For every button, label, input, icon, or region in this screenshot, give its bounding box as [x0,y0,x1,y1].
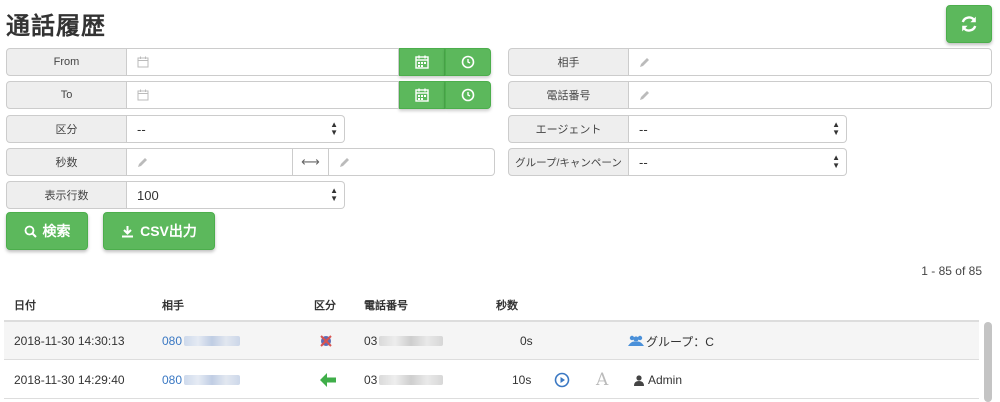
redacted-number [184,336,241,346]
row-phone: 03 [364,322,444,360]
header-category[interactable]: 区分 [314,297,336,313]
search-button[interactable]: 検索 [6,212,88,250]
rows-per-page-value: 100 [137,187,159,203]
to-field-group: To [6,81,491,109]
group-value: -- [639,154,648,170]
row-partner-number: 080 [162,373,183,387]
partner-input[interactable] [629,48,992,76]
seconds-max-input[interactable] [329,148,495,176]
header-seconds[interactable]: 秒数 [496,297,518,313]
calendar-icon [137,56,149,68]
rows-per-page-field-group: 表示行数 100 ▲ ▼ [6,181,345,209]
row-seconds: 10s [512,373,532,387]
seconds-field-group: 秒数 ⟷ [6,148,495,176]
range-separator: ⟷ [293,148,329,176]
row-agent-label: グループ：C [646,334,714,349]
from-input[interactable] [127,48,399,76]
calendar-icon [137,89,149,101]
group-icon [628,335,644,346]
pencil-icon [640,57,649,67]
search-icon [24,225,37,238]
csv-export-button[interactable]: CSV出力 [103,212,215,250]
from-label: From [6,48,127,76]
missed-call-icon [320,335,332,347]
partner-field-group: 相手 [508,48,992,76]
play-icon [554,372,570,388]
from-field-group: From [6,48,491,76]
group-field-group: グループ/キャンペーン -- ▲ ▼ [508,148,847,176]
calendar-icon [415,88,429,102]
to-label: To [6,81,127,109]
transcript-icon[interactable]: A [596,361,608,399]
select-caret-icon: ▲ ▼ [330,120,338,137]
row-phone-number: 03 [364,334,378,348]
search-button-label: 検索 [42,223,71,239]
phone-field-group: 電話番号 [508,81,992,109]
pencil-icon [340,157,349,167]
pencil-icon [138,157,147,167]
agent-field-group: エージェント -- ▲ ▼ [508,115,847,143]
clock-icon [461,55,475,69]
to-time-button[interactable] [445,81,491,109]
row-date: 2018-11-30 14:30:13 [14,334,125,348]
incoming-call-icon [320,373,336,387]
row-partner[interactable]: 080 [162,322,241,360]
agent-label: エージェント [508,115,629,143]
agent-value: -- [639,121,648,137]
group-label: グループ/キャンペーン [508,148,629,176]
clock-icon [461,88,475,102]
scrollbar[interactable] [984,322,992,402]
seconds-min-input[interactable] [127,148,293,176]
row-agent-label: Admin [648,373,683,387]
from-date-button[interactable] [399,48,445,76]
redacted-number [379,375,444,385]
redacted-number [379,336,444,346]
category-select[interactable]: -- ▲ ▼ [127,115,345,143]
redacted-number [184,375,241,385]
table-row[interactable]: 2018-11-30 14:29:40 080 03 10s A Admin [4,361,979,399]
select-caret-icon: ▲ ▼ [832,120,840,137]
phone-input[interactable] [629,81,992,109]
to-input[interactable] [127,81,399,109]
rows-per-page-select[interactable]: 100 ▲ ▼ [127,181,345,209]
row-category [320,361,336,399]
row-seconds: 0s [520,334,533,348]
results-count: 1 - 85 of 85 [921,264,982,278]
row-category [318,322,334,360]
row-agent: Admin [634,361,682,399]
refresh-icon [961,16,977,32]
seconds-label: 秒数 [6,148,127,176]
header-date[interactable]: 日付 [14,297,36,313]
pencil-icon [640,90,649,100]
header-partner[interactable]: 相手 [162,297,184,313]
play-recording-button[interactable] [554,361,570,399]
download-icon [122,225,134,237]
page-title: 通話履歴 [6,13,106,40]
to-date-button[interactable] [399,81,445,109]
category-value: -- [137,121,146,137]
group-select[interactable]: -- ▲ ▼ [629,148,847,176]
calendar-icon [415,55,429,69]
user-icon [634,374,644,386]
row-partner-number: 080 [162,334,183,348]
row-phone: 03 [364,361,444,399]
partner-label: 相手 [508,48,629,76]
rows-per-page-label: 表示行数 [6,181,127,209]
refresh-button[interactable] [946,5,992,43]
table-row[interactable]: 2018-11-30 14:30:13 080 03 0s グループ：C [4,322,979,360]
category-field-group: 区分 -- ▲ ▼ [6,115,345,143]
csv-export-button-label: CSV出力 [140,223,197,239]
header-phone[interactable]: 電話番号 [364,297,408,313]
agent-select[interactable]: -- ▲ ▼ [629,115,847,143]
row-phone-number: 03 [364,373,378,387]
select-caret-icon: ▲ ▼ [330,186,338,203]
row-date: 2018-11-30 14:29:40 [14,373,125,387]
row-partner[interactable]: 080 [162,361,241,399]
row-agent: グループ：C [628,322,714,360]
phone-label: 電話番号 [508,81,629,109]
from-time-button[interactable] [445,48,491,76]
select-caret-icon: ▲ ▼ [832,153,840,170]
category-label: 区分 [6,115,127,143]
